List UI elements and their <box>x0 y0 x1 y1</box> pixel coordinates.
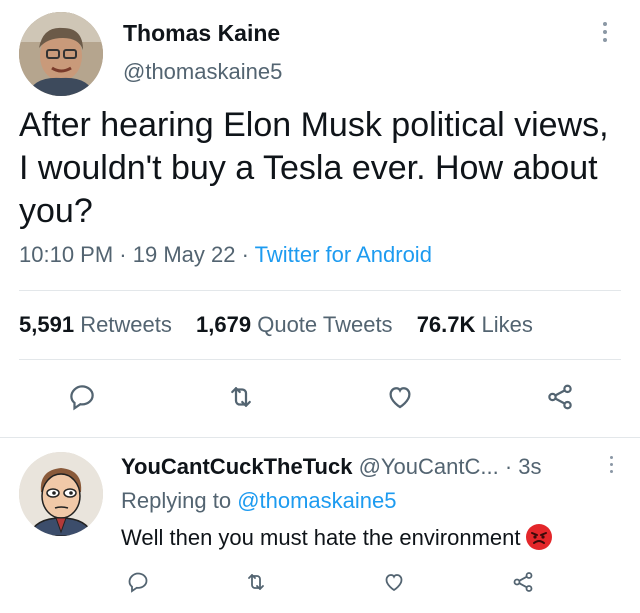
author-handle[interactable]: @thomaskaine5 <box>123 59 282 85</box>
retweet-icon[interactable] <box>221 377 261 417</box>
tweet-time: 10:10 PM <box>19 242 114 267</box>
reply-icon[interactable] <box>118 562 158 602</box>
reply-author-avatar[interactable] <box>19 452 103 536</box>
likes-label: Likes <box>481 312 533 337</box>
tweet-date: 19 May 22 <box>132 242 236 267</box>
reply-icon[interactable] <box>62 377 102 417</box>
reply-author-name[interactable]: YouCantCuckTheTuck <box>121 454 352 479</box>
meta-separator: · <box>113 242 133 267</box>
retweets-count: 5,591 <box>19 312 75 337</box>
meta-separator: · <box>235 242 255 267</box>
tweet-text: After hearing Elon Musk political views,… <box>19 106 609 230</box>
reply-text: Well then you must hate the environment <box>121 525 521 550</box>
replying-to-mention[interactable]: @thomaskaine5 <box>237 488 396 513</box>
retweets-label: Retweets <box>80 312 172 337</box>
share-icon[interactable] <box>540 377 580 417</box>
tweet-stats: 5,591 Retweets 1,679 Quote Tweets 76.7K … <box>19 312 551 338</box>
reply-text-row: Well then you must hate the environment <box>121 524 553 551</box>
reply-header: YouCantCuckTheTuck @YouCantC... · 3s <box>121 454 542 480</box>
likes-stat[interactable]: 76.7K Likes <box>417 312 533 337</box>
quote-tweets-stat[interactable]: 1,679 Quote Tweets <box>196 312 393 337</box>
tweet-meta: 10:10 PM · 19 May 22 · Twitter for Andro… <box>19 242 432 268</box>
divider <box>19 290 621 291</box>
divider <box>0 437 640 438</box>
replying-to: Replying to @thomaskaine5 <box>121 488 397 514</box>
replying-to-prefix: Replying to <box>121 488 238 513</box>
reply-more-options-icon[interactable] <box>610 456 613 477</box>
retweets-stat[interactable]: 5,591 Retweets <box>19 312 172 337</box>
tweet-actions <box>0 373 640 421</box>
like-icon[interactable] <box>380 377 420 417</box>
retweet-icon[interactable] <box>236 562 276 602</box>
reply-author-handle[interactable]: @YouCantC... <box>359 454 499 479</box>
quote-tweets-count: 1,679 <box>196 312 252 337</box>
tweet-source-link[interactable]: Twitter for Android <box>255 242 432 267</box>
more-options-icon[interactable] <box>603 22 609 46</box>
author-avatar[interactable] <box>19 12 103 96</box>
quote-tweets-label: Quote Tweets <box>257 312 393 337</box>
reply-time: · 3s <box>504 454 542 479</box>
divider <box>19 359 621 360</box>
reply-actions <box>0 562 640 602</box>
likes-count: 76.7K <box>416 312 476 337</box>
author-name[interactable]: Thomas Kaine <box>123 20 280 47</box>
angry-face-emoji <box>526 524 553 550</box>
like-icon[interactable] <box>374 562 414 602</box>
share-icon[interactable] <box>503 562 543 602</box>
